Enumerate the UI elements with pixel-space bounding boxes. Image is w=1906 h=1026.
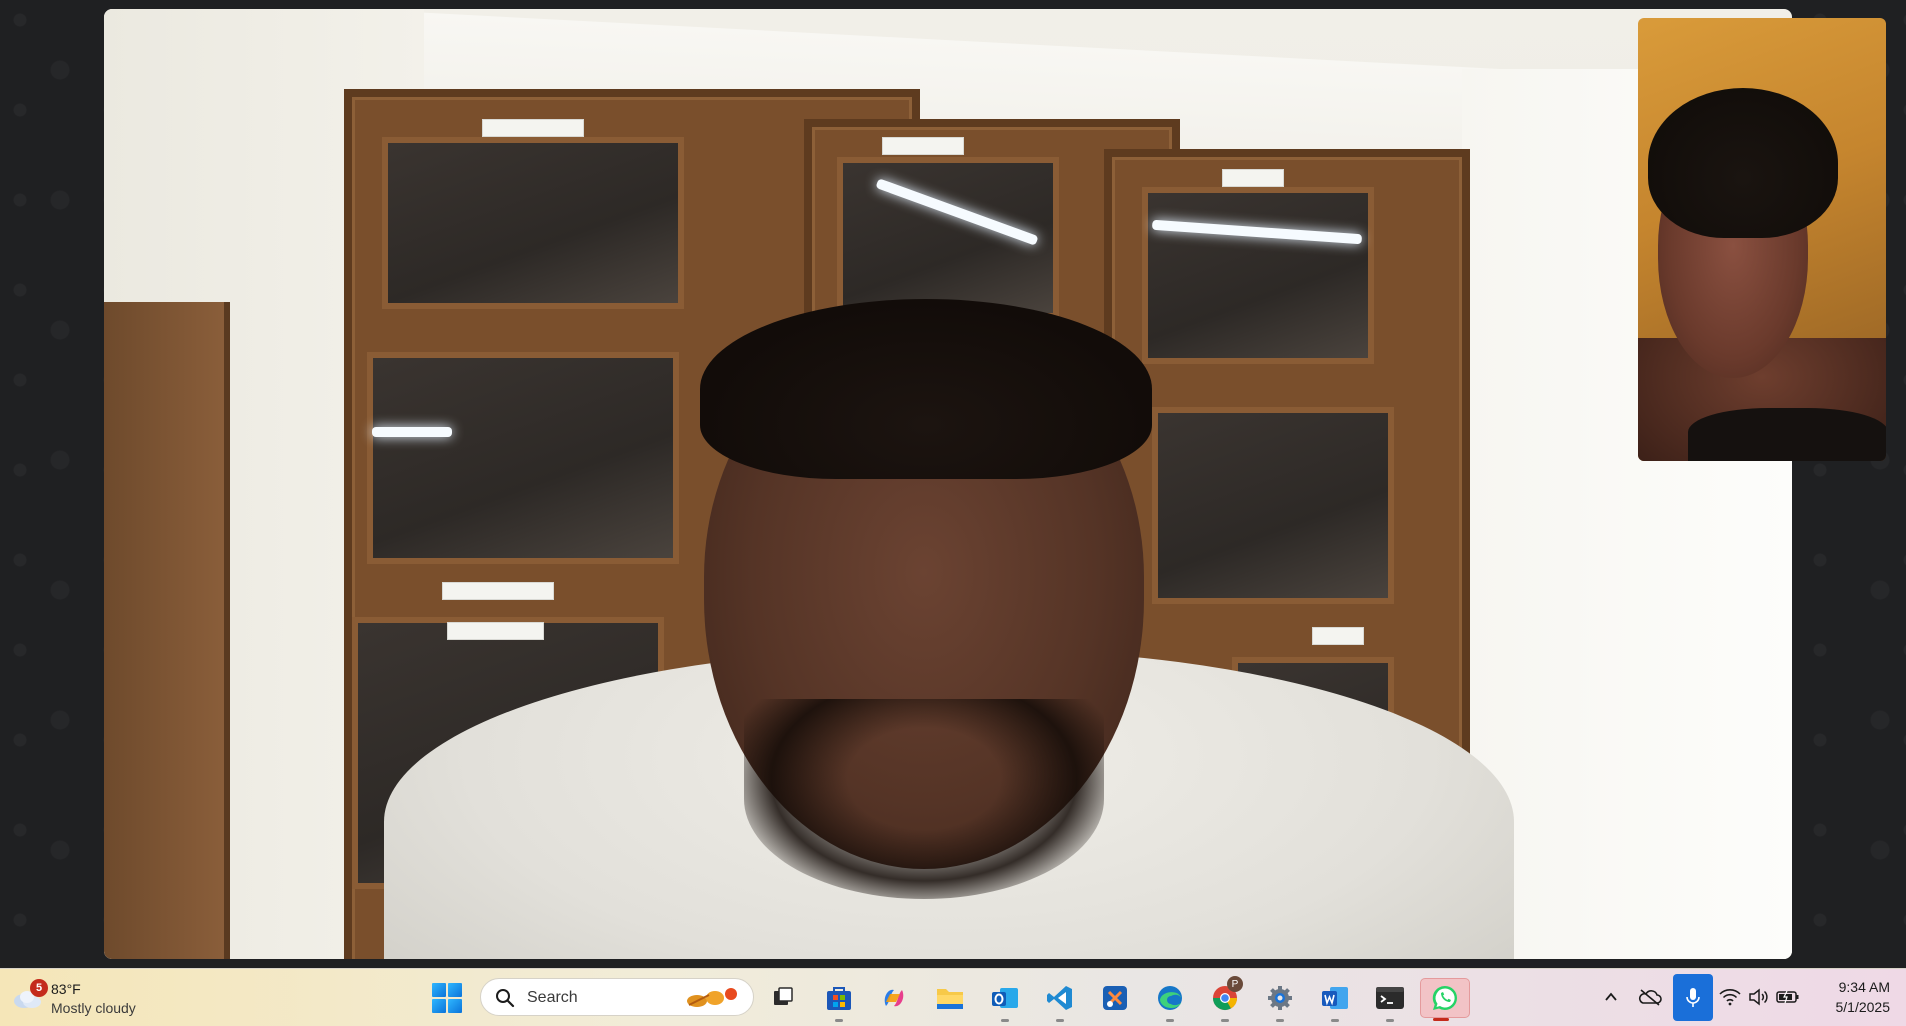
remote-video-feed[interactable] (104, 9, 1792, 959)
volume-tray-button[interactable] (1745, 983, 1773, 1011)
self-video-preview[interactable] (1638, 18, 1886, 461)
battery-icon (1776, 990, 1799, 1004)
network-tray-button[interactable] (1716, 983, 1744, 1011)
remote-participant-hair (700, 299, 1152, 479)
onedrive-tray-button[interactable] (1636, 983, 1664, 1011)
task-view-button[interactable] (763, 978, 803, 1018)
edge-icon (1158, 986, 1182, 1010)
whatsapp-icon (1432, 985, 1457, 1011)
file-explorer-button[interactable] (930, 978, 970, 1018)
outlook-button[interactable] (985, 978, 1025, 1022)
running-indicator (1433, 1018, 1449, 1021)
task-view-icon (774, 987, 793, 1005)
cabinet-glass-pane (367, 352, 679, 564)
clock-time: 9:34 AM (1838, 979, 1890, 995)
search-icon (496, 989, 515, 1008)
battery-tray-button[interactable] (1774, 983, 1802, 1011)
cabinet-label-tag (447, 622, 544, 640)
microphone-icon (1686, 987, 1700, 1007)
weather-condition: Mostly cloudy (51, 1000, 136, 1016)
cabinet-label-tag (482, 119, 584, 137)
vscode-button[interactable] (1040, 978, 1080, 1022)
self-participant-hair (1648, 88, 1838, 238)
copilot-icon (884, 989, 904, 1007)
running-indicator (1331, 1019, 1339, 1022)
remote-participant-beard (744, 699, 1104, 899)
speaker-icon (1749, 988, 1768, 1006)
weather-widget[interactable]: 5 83°F Mostly cloudy (8, 977, 168, 1019)
settings-button[interactable] (1260, 978, 1300, 1022)
chevron-up-icon (1605, 992, 1617, 1001)
taskbar-search[interactable]: Search (480, 978, 754, 1016)
gear-icon (1268, 986, 1292, 1010)
store-icon (827, 987, 851, 1010)
cabinet-glass-pane (382, 137, 684, 309)
clock-date: 5/1/2025 (1835, 999, 1891, 1015)
microphone-in-use-button[interactable] (1673, 974, 1713, 1021)
search-label: Search (527, 989, 578, 1006)
light-reflection (372, 427, 452, 437)
show-hidden-icons-button[interactable] (1597, 983, 1625, 1011)
microsoft-store-button[interactable] (819, 978, 859, 1022)
cabinet-label-tag (442, 582, 554, 600)
cabinet-label-tag (1312, 627, 1364, 645)
terminal-button[interactable] (1370, 978, 1410, 1022)
folder-icon (937, 989, 963, 1009)
running-indicator (1056, 1019, 1064, 1022)
running-indicator (835, 1019, 843, 1022)
search-highlight-icon (687, 988, 737, 1007)
running-indicator (1001, 1019, 1009, 1022)
edge-button[interactable] (1150, 978, 1190, 1022)
snipping-tool-button[interactable] (1095, 978, 1135, 1018)
wifi-icon (1719, 989, 1741, 1006)
windows-logo-tile (448, 999, 462, 1013)
weather-temperature: 83°F (51, 981, 81, 997)
running-indicator (1166, 1019, 1174, 1022)
cabinet-glass-pane (1142, 187, 1374, 364)
terminal-icon (1376, 987, 1404, 1009)
whatsapp-button[interactable] (1420, 978, 1470, 1021)
word-button[interactable] (1315, 978, 1355, 1022)
snip-icon (1103, 986, 1127, 1010)
chrome-button[interactable]: P (1205, 976, 1245, 1022)
vscode-icon (1047, 986, 1072, 1010)
windows-logo-tile (432, 999, 446, 1013)
windows-logo-tile (448, 983, 462, 997)
start-button[interactable] (429, 980, 465, 1016)
cabinet-label-tag (1222, 169, 1284, 187)
self-participant-top (1688, 408, 1886, 461)
onedrive-offline-icon (1639, 989, 1662, 1006)
running-indicator (1221, 1019, 1229, 1022)
word-icon (1322, 987, 1348, 1009)
running-indicator (1276, 1019, 1284, 1022)
chrome-profile-badge: P (1227, 976, 1243, 992)
windows-taskbar: 5 83°F Mostly cloudy Search P 9:34 AM 5/… (0, 968, 1906, 1026)
outlook-icon (992, 988, 1018, 1008)
side-cabinet (104, 302, 230, 959)
system-clock[interactable]: 9:34 AM 5/1/2025 (1800, 977, 1891, 1017)
weather-notification-badge: 5 (30, 979, 48, 997)
running-indicator (1386, 1019, 1394, 1022)
copilot-button[interactable] (874, 978, 914, 1018)
cabinet-glass-pane (1152, 407, 1394, 604)
windows-logo-tile (432, 983, 446, 997)
cabinet-label-tag (882, 137, 964, 155)
